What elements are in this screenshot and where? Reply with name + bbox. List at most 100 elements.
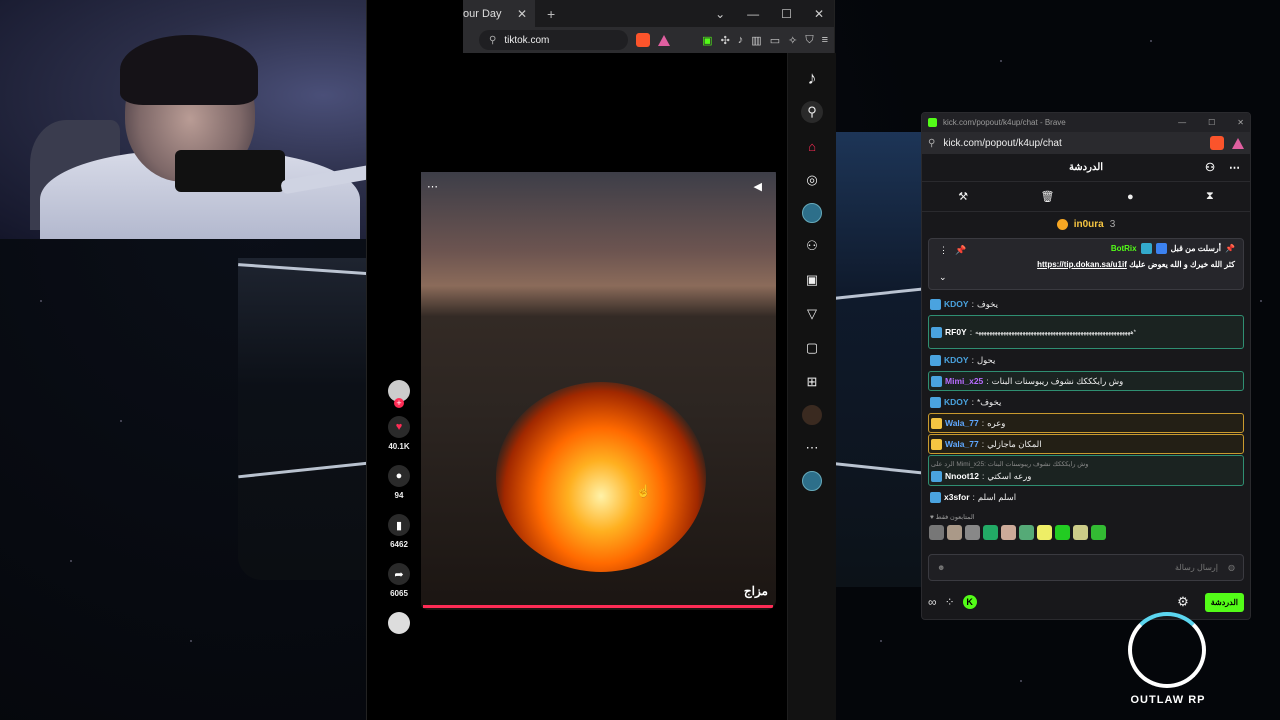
- chat-username[interactable]: Mimi_x25: [945, 376, 983, 386]
- share-icon[interactable]: ➦: [388, 563, 410, 585]
- chat-username[interactable]: Wala_77: [945, 418, 979, 428]
- brave-shields-icon[interactable]: [636, 33, 651, 47]
- chat-username[interactable]: x3sfor: [944, 492, 970, 502]
- unpin-icon[interactable]: 📌: [955, 245, 966, 256]
- upload-icon[interactable]: ⊞: [801, 371, 823, 393]
- maximize-icon[interactable]: ☐: [781, 7, 792, 21]
- chat-message[interactable]: x3sfor: اسلم اسلم: [928, 487, 1244, 507]
- chat-username[interactable]: KDOY: [944, 299, 969, 309]
- follow-plus-icon[interactable]: +: [394, 398, 404, 408]
- close-window-icon[interactable]: ✕: [814, 7, 824, 21]
- pinned-message[interactable]: 📌 أرسلت من قبل BotRix كثر الله خيرك و ال…: [928, 238, 1244, 290]
- bookmark-icon[interactable]: ▮: [388, 514, 410, 536]
- chat-message[interactable]: Wala_77: المكان ماجازلي: [928, 434, 1244, 454]
- sidebar-icon[interactable]: ▥: [751, 34, 761, 47]
- emoji-icon[interactable]: ☻: [937, 563, 945, 572]
- chat-username[interactable]: KDOY: [944, 355, 969, 365]
- kick-address-bar[interactable]: ⚲ kick.com/popout/k4up/chat: [922, 132, 1250, 154]
- user-settings-icon[interactable]: ⚇: [1205, 161, 1215, 174]
- like-action[interactable]: ♥ 40.1K: [388, 416, 410, 451]
- chat-username[interactable]: RF0Y: [945, 327, 967, 337]
- bot-username[interactable]: BotRix: [1111, 244, 1137, 253]
- avatar-stack-icon[interactable]: [802, 471, 822, 491]
- emote[interactable]: [1073, 525, 1088, 540]
- tab-list-icon[interactable]: ⌄: [715, 7, 725, 21]
- kick-points-icon[interactable]: K: [962, 595, 977, 609]
- emote[interactable]: [1019, 525, 1034, 540]
- vpn-icon[interactable]: ⛉: [805, 34, 813, 47]
- send-chat-button[interactable]: الدردشة: [1204, 592, 1244, 612]
- emote[interactable]: [965, 525, 980, 540]
- close-window-icon[interactable]: ✕: [1237, 118, 1244, 127]
- hourglass-icon[interactable]: ⧗: [1206, 190, 1214, 203]
- inbox-icon[interactable]: ▢: [801, 337, 823, 359]
- heart-icon[interactable]: ♥: [388, 416, 410, 438]
- chevron-down-icon[interactable]: ⌄: [939, 272, 947, 283]
- live-icon[interactable]: ▣: [801, 269, 823, 291]
- pinned-more-icon[interactable]: ⋮: [939, 245, 948, 256]
- emote[interactable]: [947, 525, 962, 540]
- volume-icon[interactable]: ◀: [754, 180, 762, 193]
- chat-bubble-icon[interactable]: ●: [1127, 191, 1134, 203]
- home-icon[interactable]: ⌂: [801, 135, 823, 157]
- reply-preview[interactable]: الرد على Mimi_x25: وش رايكككك نشوف ريبوس…: [931, 460, 1088, 468]
- music-icon[interactable]: ♪: [738, 34, 744, 46]
- sound-avatar[interactable]: [388, 612, 410, 634]
- brave-rewards-icon[interactable]: [658, 34, 671, 46]
- emote[interactable]: [983, 525, 998, 540]
- chat-username[interactable]: Nnoot12: [945, 471, 979, 481]
- chat-input-icon[interactable]: ◍: [1228, 563, 1235, 572]
- kick-extension-icon[interactable]: ▣: [702, 34, 712, 47]
- chat-username[interactable]: Wala_77: [945, 439, 979, 449]
- chat-message[interactable]: Wala_77: وعره: [928, 413, 1244, 433]
- menu-icon[interactable]: ≡: [822, 34, 828, 46]
- hammer-icon[interactable]: ⚒: [958, 190, 968, 203]
- brave-shields-icon[interactable]: [1210, 136, 1224, 150]
- chat-message[interactable]: KDOY: يحول: [928, 350, 1244, 370]
- emote[interactable]: [1055, 525, 1070, 540]
- video-progress-bar[interactable]: [423, 605, 773, 608]
- site-settings-icon[interactable]: ⚲: [489, 35, 496, 46]
- emote[interactable]: [1001, 525, 1016, 540]
- minimize-icon[interactable]: —: [747, 7, 759, 21]
- search-icon[interactable]: ⚲: [801, 101, 823, 123]
- chat-username[interactable]: KDOY: [944, 397, 969, 407]
- trash-icon[interactable]: 🗑: [1041, 190, 1055, 203]
- minimize-icon[interactable]: —: [1178, 118, 1186, 127]
- infinity-icon[interactable]: ∞: [928, 595, 937, 609]
- leo-icon[interactable]: ✧: [788, 34, 797, 47]
- new-tab-icon[interactable]: +: [547, 6, 555, 22]
- dots-icon[interactable]: ⁘: [945, 595, 955, 609]
- chat-message[interactable]: Mimi_x25: وش رايكككك نشوف ريبوسنات البنات: [928, 371, 1244, 391]
- brave-rewards-icon[interactable]: [1232, 137, 1244, 149]
- avatar-small-icon[interactable]: [802, 405, 822, 425]
- video-more-icon[interactable]: ⋯: [427, 180, 438, 193]
- comment-action[interactable]: ● 94: [388, 465, 410, 500]
- more-icon[interactable]: ⋯: [801, 437, 823, 459]
- close-tab-icon[interactable]: ✕: [517, 7, 527, 21]
- more-options-icon[interactable]: ⋯: [1229, 161, 1240, 174]
- creator-avatar[interactable]: +: [388, 380, 410, 408]
- top-gifter-name[interactable]: in0ura: [1074, 219, 1104, 230]
- chat-message[interactable]: KDOY: يخوف: [928, 294, 1244, 314]
- friends-icon[interactable]: ⚇: [801, 235, 823, 257]
- explore-icon[interactable]: ◎: [801, 169, 823, 191]
- chat-message[interactable]: KDOY: *يخوف: [928, 392, 1244, 412]
- browser-tab[interactable]: our Day ✕: [463, 0, 535, 27]
- send-icon[interactable]: ▽: [801, 303, 823, 325]
- wallet-icon[interactable]: ▭: [770, 34, 780, 47]
- site-settings-icon[interactable]: ⚲: [928, 138, 935, 149]
- emote[interactable]: [1091, 525, 1106, 540]
- address-bar[interactable]: ⚲ tiktok.com: [479, 30, 629, 50]
- profile-avatar-icon[interactable]: [802, 203, 822, 223]
- share-action[interactable]: ➦ 6065: [388, 563, 410, 598]
- tiktok-logo-icon[interactable]: ♪: [801, 67, 823, 89]
- maximize-icon[interactable]: ☐: [1208, 118, 1215, 127]
- chat-message[interactable]: RF0Y: ههههههههههههههههههههههههههههههههههه…: [928, 315, 1244, 349]
- emote[interactable]: [1037, 525, 1052, 540]
- video-player[interactable]: ⋯ ◀ مزاج: [419, 164, 776, 610]
- chat-message[interactable]: الرد على Mimi_x25: وش رايكككك نشوف ريبوس…: [928, 455, 1244, 486]
- puzzle-icon[interactable]: ✣: [721, 34, 730, 47]
- emote[interactable]: [929, 525, 944, 540]
- chat-input[interactable]: ☻ إرسال رسالة ◍: [928, 554, 1244, 581]
